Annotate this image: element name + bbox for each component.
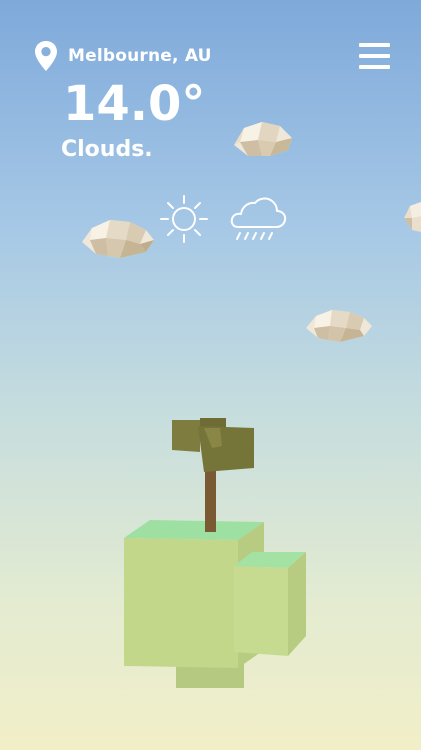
location-row[interactable]: Melbourne, AU	[34, 40, 212, 72]
menu-bar	[359, 54, 390, 58]
cloud	[82, 220, 154, 258]
menu-bar	[359, 43, 390, 47]
cloud	[404, 202, 421, 232]
location-label: Melbourne, AU	[68, 46, 212, 66]
cloud	[306, 310, 372, 342]
forecast-icons	[156, 193, 291, 248]
temperature-readout: 14.0°	[63, 76, 206, 132]
menu-button[interactable]	[358, 40, 392, 70]
condition-label: Clouds.	[61, 137, 153, 162]
sun-icon[interactable]	[156, 193, 212, 249]
menu-bar	[359, 65, 390, 69]
map-pin-icon	[34, 40, 58, 72]
weather-header: Melbourne, AU 14.0° Clouds.	[0, 0, 421, 170]
floating-island	[124, 418, 306, 688]
rain-cloud-icon[interactable]	[230, 193, 288, 251]
